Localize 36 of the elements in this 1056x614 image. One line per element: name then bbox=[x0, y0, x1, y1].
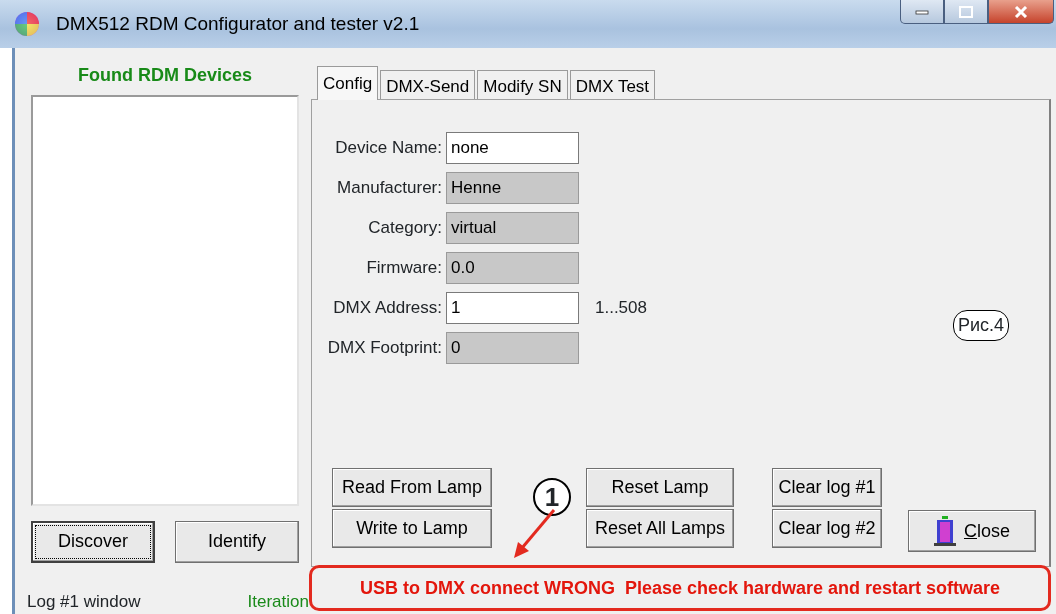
field-label: Firmware: bbox=[365, 257, 443, 280]
action-button[interactable]: Write to Lamp bbox=[332, 509, 492, 548]
device-button[interactable]: Identify bbox=[175, 520, 299, 563]
close-button[interactable] bbox=[988, 0, 1054, 24]
field-label: Device Name: bbox=[334, 137, 443, 160]
tab[interactable]: DMX-Send bbox=[380, 70, 476, 100]
action-button[interactable]: Read From Lamp bbox=[332, 468, 492, 507]
window-title: DMX512 RDM Configurator and tester v2.1 bbox=[56, 11, 420, 36]
tab[interactable]: DMX Test bbox=[569, 70, 656, 100]
door-icon bbox=[934, 516, 956, 546]
input-field[interactable]: 1 bbox=[446, 292, 579, 324]
action-button[interactable]: Reset Lamp bbox=[586, 468, 734, 507]
minimize-icon bbox=[915, 8, 929, 15]
device-button[interactable]: Discover bbox=[31, 520, 155, 563]
maximize-button[interactable] bbox=[944, 0, 988, 24]
tab[interactable]: Config bbox=[317, 66, 379, 100]
field-label: Manufacturer: bbox=[336, 177, 443, 200]
status-message: USB to DMX connect WRONG Please check hardware and restart software bbox=[309, 565, 1051, 611]
device-list-title: Found RDM Devices bbox=[77, 64, 253, 87]
action-button[interactable]: Clear log #2 bbox=[772, 509, 882, 548]
figure-label: Рис.4 bbox=[952, 310, 1009, 341]
range-hint: 1...508 bbox=[595, 297, 647, 320]
tab[interactable]: Modify SN bbox=[477, 70, 568, 100]
close-dialog-button[interactable]: Close bbox=[908, 510, 1036, 552]
iteration-label: Iteration bbox=[247, 590, 309, 613]
maximize-icon bbox=[959, 5, 973, 18]
input-field[interactable]: none bbox=[446, 132, 579, 164]
action-button[interactable]: Reset All Lamps bbox=[586, 509, 734, 548]
close-icon bbox=[1014, 5, 1028, 18]
app-icon bbox=[14, 11, 40, 37]
action-button[interactable]: Clear log #1 bbox=[772, 468, 882, 507]
field-label: DMX Address: bbox=[332, 297, 443, 320]
minimize-button[interactable] bbox=[900, 0, 944, 24]
field-label: Category: bbox=[367, 217, 443, 240]
log-label: Log #1 window bbox=[27, 590, 141, 613]
field-label: DMX Footprint: bbox=[326, 337, 443, 360]
